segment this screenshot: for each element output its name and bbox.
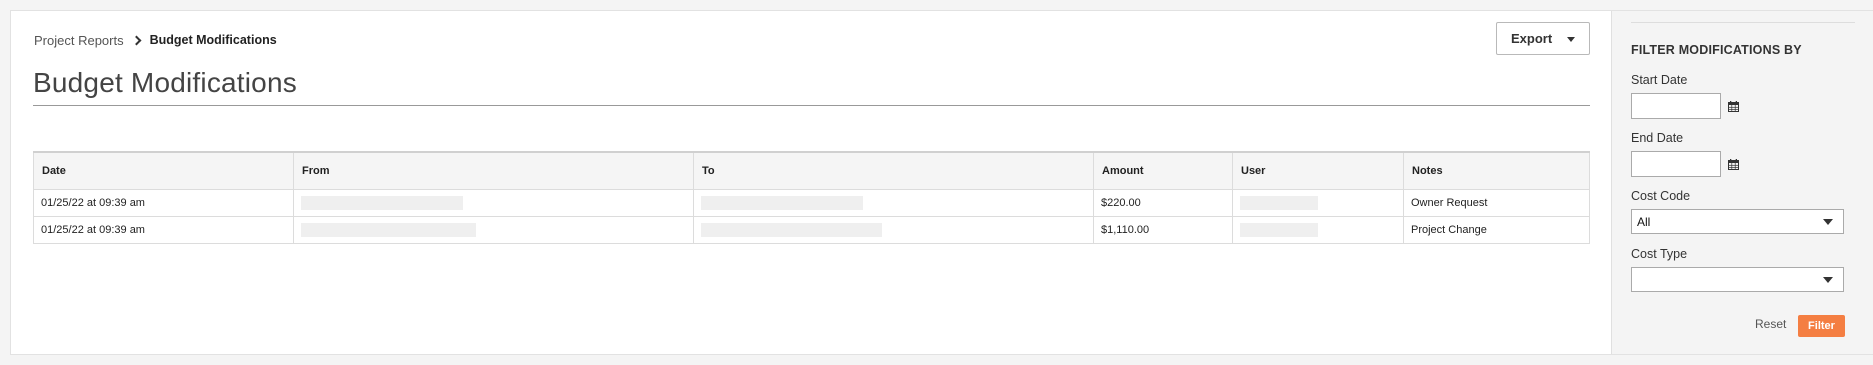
sidebar-divider — [1631, 22, 1855, 23]
redacted-value — [1240, 222, 1318, 237]
cell-notes: Owner Request — [1403, 188, 1590, 217]
cell-to — [693, 215, 1094, 244]
breadcrumb-project-reports-link[interactable]: Project Reports — [34, 33, 124, 48]
redacted-value — [701, 222, 882, 237]
start-date-input[interactable] — [1631, 93, 1721, 119]
cost-type-select[interactable] — [1631, 267, 1844, 292]
column-header-user[interactable]: User — [1232, 151, 1404, 190]
cell-amount: $1,110.00 — [1093, 215, 1233, 244]
cost-code-select[interactable]: All — [1631, 209, 1844, 234]
cell-notes: Project Change — [1403, 215, 1590, 244]
breadcrumb: Project Reports Budget Modifications — [34, 31, 277, 49]
cell-user — [1232, 188, 1404, 217]
end-date-label: End Date — [1631, 131, 1684, 145]
calendar-icon[interactable] — [1728, 101, 1739, 112]
cell-user — [1232, 215, 1404, 244]
cell-from — [293, 188, 694, 217]
redacted-value — [1240, 195, 1318, 210]
breadcrumb-current: Budget Modifications — [149, 33, 277, 47]
main-content: Project Reports Budget Modifications Exp… — [11, 11, 1611, 354]
chevron-right-icon — [131, 35, 142, 45]
table-row: 01/25/22 at 09:39 am $220.00 Owner Reque… — [33, 188, 1590, 217]
filter-sidebar: FILTER MODIFICATIONS BY Start Date End D… — [1611, 11, 1873, 354]
title-divider — [33, 105, 1590, 106]
export-button[interactable]: Export — [1496, 22, 1590, 55]
chevron-down-icon — [1823, 219, 1833, 225]
cost-code-selected-value: All — [1637, 215, 1651, 229]
caret-down-icon — [1567, 37, 1575, 42]
column-header-from[interactable]: From — [293, 151, 694, 190]
budget-modifications-table: Date From To Amount User Notes 01/25/22 … — [33, 151, 1590, 244]
cost-code-label: Cost Code — [1631, 189, 1691, 203]
column-header-date[interactable]: Date — [33, 151, 294, 190]
cell-amount: $220.00 — [1093, 188, 1233, 217]
redacted-value — [301, 222, 476, 237]
cell-date: 01/25/22 at 09:39 am — [33, 188, 294, 217]
redacted-value — [301, 195, 463, 210]
page-title: Budget Modifications — [33, 67, 297, 98]
cell-to — [693, 188, 1094, 217]
cell-date: 01/25/22 at 09:39 am — [33, 215, 294, 244]
table-row: 01/25/22 at 09:39 am $1,110.00 Project C… — [33, 215, 1590, 244]
cell-from — [293, 215, 694, 244]
start-date-label: Start Date — [1631, 73, 1688, 87]
app-frame: Project Reports Budget Modifications Exp… — [10, 10, 1873, 355]
end-date-input[interactable] — [1631, 151, 1721, 177]
export-button-label: Export — [1511, 31, 1553, 46]
chevron-down-icon — [1823, 277, 1833, 283]
column-header-to[interactable]: To — [693, 151, 1094, 190]
cost-type-label: Cost Type — [1631, 247, 1688, 261]
filter-button[interactable]: Filter — [1798, 315, 1845, 337]
column-header-notes[interactable]: Notes — [1403, 151, 1590, 190]
reset-button[interactable]: Reset — [1755, 317, 1786, 331]
table-header-row: Date From To Amount User Notes — [33, 151, 1590, 190]
calendar-icon[interactable] — [1728, 159, 1739, 170]
column-header-amount[interactable]: Amount — [1093, 151, 1233, 190]
filter-heading: FILTER MODIFICATIONS BY — [1631, 43, 1802, 57]
redacted-value — [701, 195, 863, 210]
